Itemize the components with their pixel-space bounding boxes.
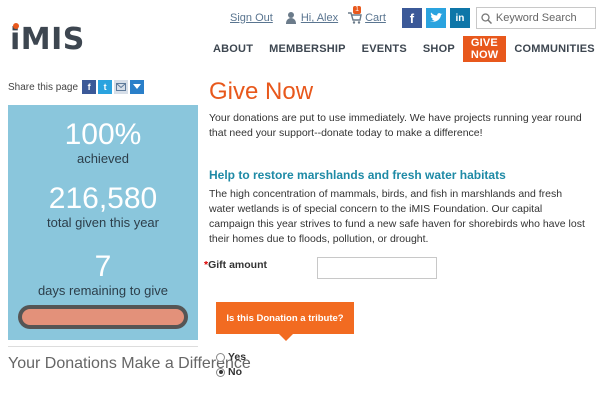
fundraising-stats-panel: 100% achieved 216,580 total given this y… xyxy=(8,105,198,340)
user-greeting-link[interactable]: Hi, Alex xyxy=(301,12,338,24)
tribute-no-option[interactable]: No xyxy=(216,366,242,378)
tribute-yes-option[interactable]: Yes xyxy=(216,351,246,363)
share-twitter-icon[interactable]: t xyxy=(98,80,113,94)
nav-give-now[interactable]: GIVE NOW xyxy=(462,36,507,62)
tribute-no-radio[interactable] xyxy=(216,367,225,377)
cart-count-badge: 1 xyxy=(353,6,362,14)
share-label: Share this page xyxy=(8,81,79,93)
tribute-yes-label: Yes xyxy=(228,351,247,363)
goal-progress-bar xyxy=(18,305,188,329)
tribute-callout: Is this Donation a tribute? xyxy=(216,302,354,334)
cart-link[interactable]: 1 Cart xyxy=(348,6,386,24)
nav-membership[interactable]: MEMBERSHIP xyxy=(261,36,354,62)
twitter-icon[interactable] xyxy=(425,8,446,28)
donations-heading: Your Donations Make a Difference xyxy=(8,355,251,372)
linkedin-icon[interactable]: in xyxy=(449,8,470,28)
nav-events[interactable]: EVENTS xyxy=(354,36,415,62)
user-menu[interactable]: Hi, Alex xyxy=(285,12,338,24)
user-icon xyxy=(285,12,297,24)
cart-icon: 1 xyxy=(348,6,362,24)
gift-amount-input[interactable] xyxy=(317,257,437,279)
total-label: total given this year xyxy=(46,215,159,230)
imis-logo[interactable]: iMIS xyxy=(10,22,85,57)
nav-about[interactable]: ABOUT xyxy=(205,36,261,62)
utility-bar: Sign Out Hi, Alex 1 Cart f in Keyword Se… xyxy=(230,6,596,29)
days-value: 7 xyxy=(94,250,112,283)
nav-shop[interactable]: SHOP xyxy=(415,36,463,62)
main-nav: ABOUT MEMBERSHIP EVENTS SHOP GIVE NOW CO… xyxy=(205,36,600,62)
percent-label: achieved xyxy=(76,151,130,166)
search-input[interactable]: Keyword Search xyxy=(475,7,596,29)
sign-out-link[interactable]: Sign Out xyxy=(230,12,273,24)
facebook-icon[interactable]: f xyxy=(401,8,422,28)
percent-achieved: 100% achieved xyxy=(8,118,198,167)
total-given: 216,580 total given this year xyxy=(8,182,198,231)
tribute-yes-radio[interactable] xyxy=(216,352,225,362)
days-remaining: 7 days remaining to give xyxy=(8,250,198,299)
search-icon xyxy=(481,12,492,24)
cart-label[interactable]: Cart xyxy=(365,12,386,24)
search-placeholder: Keyword Search xyxy=(495,12,577,24)
intro-text: Your donations are put to use immediatel… xyxy=(209,112,582,139)
social-links: f in xyxy=(401,8,470,28)
tribute-no-label: No xyxy=(228,366,242,378)
page-title: Give Now xyxy=(209,78,314,105)
tribute-callout-pointer xyxy=(279,334,293,341)
gift-amount-label: *Gift amount xyxy=(204,259,268,271)
campaign-subhead: Help to restore marshlands and fresh wat… xyxy=(209,168,506,182)
share-facebook-icon[interactable]: f xyxy=(82,80,97,94)
share-email-icon[interactable] xyxy=(114,80,129,94)
goal-progress-fill xyxy=(22,309,184,325)
total-value: 216,580 xyxy=(48,182,158,215)
share-icons: f t xyxy=(82,80,145,94)
campaign-description: The high concentration of mammals, birds… xyxy=(209,188,585,245)
share-more-icon[interactable] xyxy=(130,80,145,94)
left-divider xyxy=(8,346,198,347)
percent-value: 100% xyxy=(64,118,142,151)
share-bar: Share this page f t xyxy=(8,80,145,94)
nav-communities[interactable]: COMMUNITIES xyxy=(506,36,600,62)
days-label: days remaining to give xyxy=(37,283,169,298)
